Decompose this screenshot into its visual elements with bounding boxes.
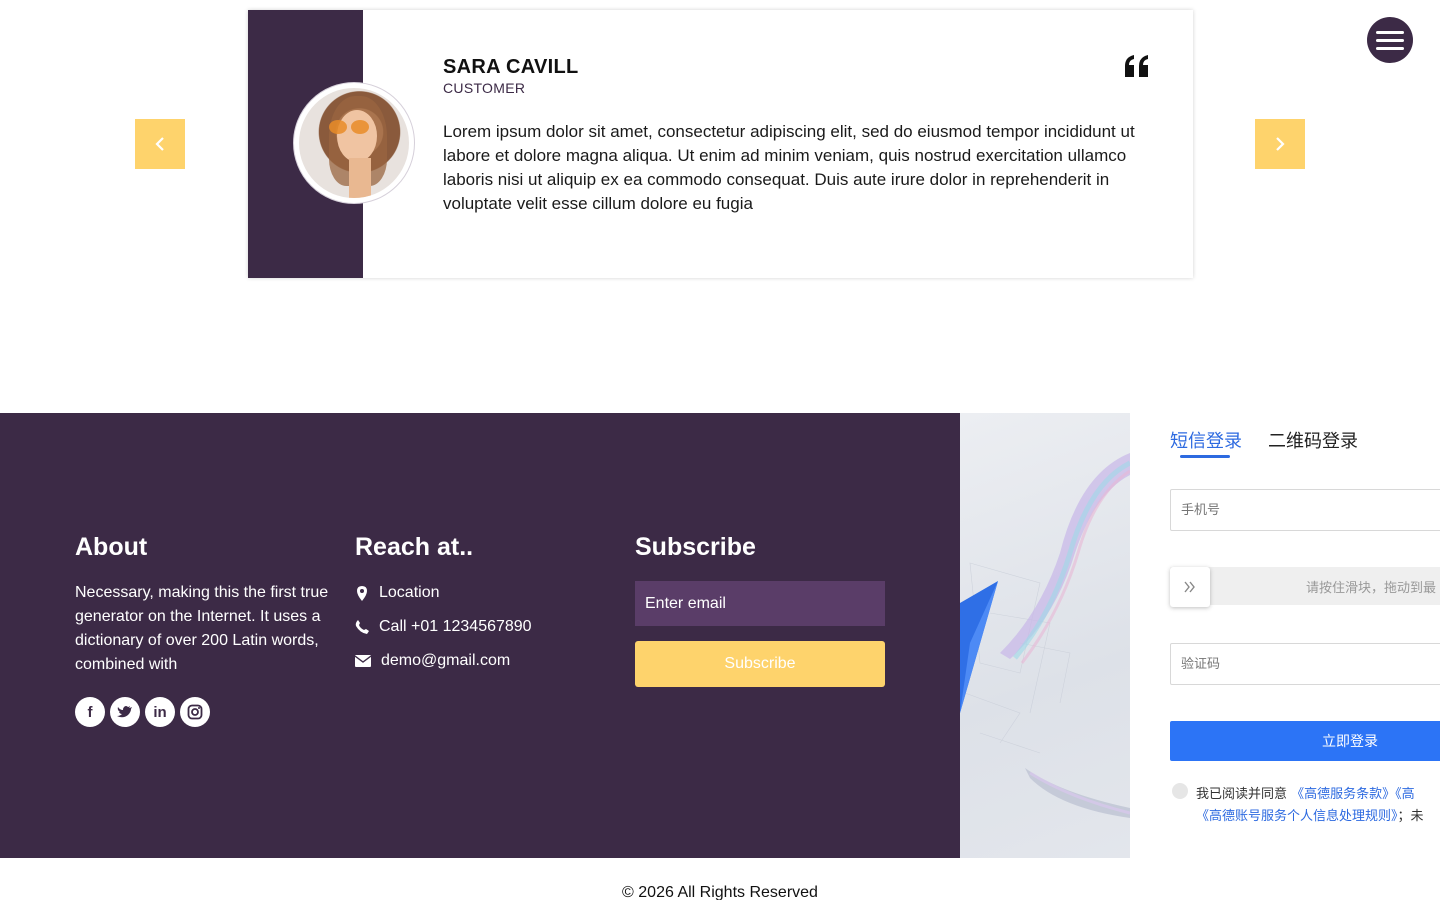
quote-icon (1125, 55, 1148, 77)
agree-prefix: 我已阅读并同意 (1196, 787, 1288, 802)
footer-reach: Reach at.. Location Call +01 1234567890 … (355, 531, 605, 683)
policy-link[interactable]: 《高 (1395, 787, 1415, 802)
location-label: Location (379, 584, 440, 601)
login-submit-button[interactable]: 立即登录 (1170, 721, 1440, 761)
customer-photo (299, 88, 409, 198)
slider-handle[interactable] (1170, 567, 1210, 607)
phone-label: Call +01 1234567890 (379, 618, 532, 635)
chevron-left-icon (155, 137, 164, 151)
login-decoration-image (960, 413, 1130, 858)
envelope-icon (355, 653, 371, 669)
verification-code-input[interactable] (1170, 643, 1440, 685)
footer-about: About Necessary, making this the first t… (75, 531, 330, 727)
active-tab-indicator (1180, 455, 1230, 458)
subscribe-email-input[interactable] (635, 581, 885, 626)
agree-suffix: ；未 (1397, 809, 1424, 824)
privacy-rules-link[interactable]: 《高德账号服务个人信息处理规则》 (1196, 809, 1398, 824)
contact-phone[interactable]: Call +01 1234567890 (355, 615, 605, 639)
copyright-text: © 2026 All Rights Reserved (622, 884, 818, 900)
contact-email[interactable]: demo@gmail.com (355, 649, 605, 673)
hamburger-menu-button[interactable] (1367, 17, 1413, 63)
menu-line (1376, 38, 1404, 42)
about-text: Necessary, making this the first true ge… (75, 584, 329, 673)
customer-name: SARA CAVILL (443, 56, 579, 78)
twitter-icon[interactable] (110, 697, 140, 727)
instagram-icon[interactable] (180, 697, 210, 727)
next-testimonial-button[interactable] (1255, 119, 1305, 169)
social-links: f in (75, 697, 330, 727)
reach-heading: Reach at.. (355, 533, 474, 561)
avatar (293, 82, 415, 204)
menu-line (1376, 46, 1404, 50)
map-pin-icon (355, 585, 369, 601)
linkedin-icon[interactable]: in (145, 697, 175, 727)
customer-role: CUSTOMER (443, 80, 526, 96)
testimonial-card: SARA CAVILL CUSTOMER Lorem ipsum dolor s… (248, 10, 1193, 278)
subscribe-heading: Subscribe (635, 533, 756, 561)
terms-link[interactable]: 《高德服务条款》 (1291, 787, 1395, 802)
subscribe-button[interactable]: Subscribe (635, 641, 885, 687)
prev-testimonial-button[interactable] (135, 119, 185, 169)
tab-qr-login[interactable]: 二维码登录 (1268, 427, 1358, 453)
chevron-right-icon (1276, 137, 1285, 151)
footer: About Necessary, making this the first t… (0, 413, 960, 858)
phone-icon (355, 619, 369, 635)
captcha-slider[interactable]: 请按住滑块，拖动到最 (1170, 567, 1440, 607)
menu-line (1376, 30, 1404, 34)
agree-checkbox[interactable] (1172, 783, 1188, 799)
slider-hint: 请按住滑块，拖动到最 (1306, 581, 1437, 596)
email-label: demo@gmail.com (381, 652, 511, 669)
tab-sms-login[interactable]: 短信登录 (1170, 427, 1242, 453)
contact-location[interactable]: Location (355, 581, 605, 605)
agreement-line-2: 《高德账号服务个人信息处理规则》；未 (1196, 805, 1424, 824)
about-heading: About (75, 533, 148, 561)
phone-input[interactable] (1170, 489, 1440, 531)
footer-subscribe: Subscribe Subscribe (635, 531, 885, 687)
testimonial-text: Lorem ipsum dolor sit amet, consectetur … (443, 122, 1135, 213)
login-panel: 短信登录 二维码登录 请按住滑块，拖动到最 立即登录 我已阅读并同意 《高德服务… (1130, 413, 1440, 858)
agreement-line-1: 我已阅读并同意 《高德服务条款》《高 (1196, 783, 1415, 802)
double-chevron-right-icon (1184, 581, 1195, 593)
facebook-icon[interactable]: f (75, 697, 105, 727)
